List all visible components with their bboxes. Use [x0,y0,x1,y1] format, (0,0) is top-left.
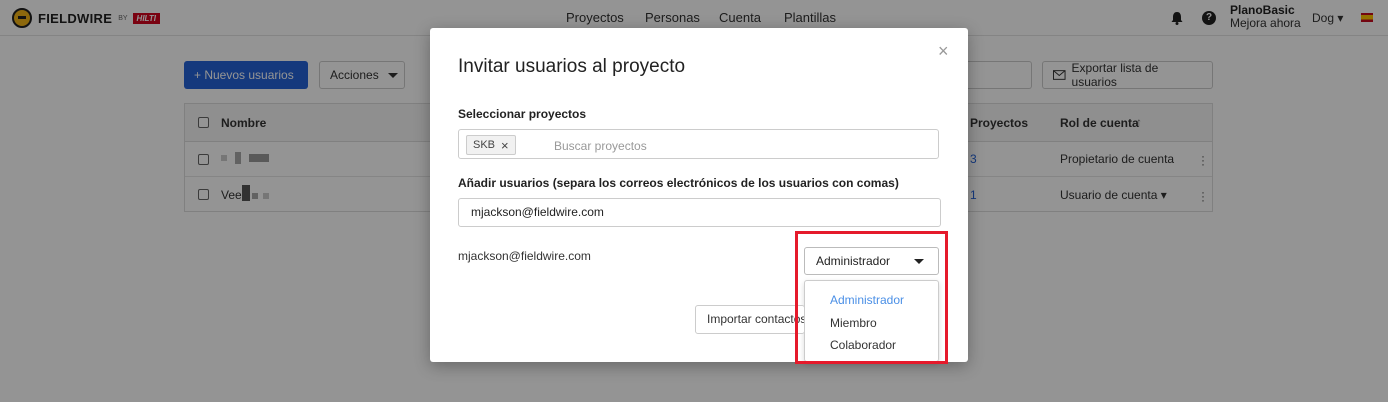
import-contacts-button[interactable]: Importar contactos [695,305,805,334]
emails-input[interactable]: mjackson@fieldwire.com [458,198,941,227]
project-chip: SKB × [466,135,516,155]
add-users-label: Añadir usuarios (separa los correos elec… [458,176,899,190]
project-chip-label: SKB [473,139,496,151]
select-projects-label: Seleccionar proyectos [458,107,587,121]
projects-search-placeholder[interactable]: Buscar proyectos [554,139,647,153]
projects-select-field[interactable]: SKB × Buscar proyectos [458,129,939,159]
remove-chip-icon[interactable]: × [501,138,509,153]
close-icon[interactable]: × [938,42,949,60]
invitee-email: mjackson@fieldwire.com [458,249,591,263]
dropdown-highlight-box [795,231,948,364]
modal-title: Invitar usuarios al proyecto [458,56,686,77]
